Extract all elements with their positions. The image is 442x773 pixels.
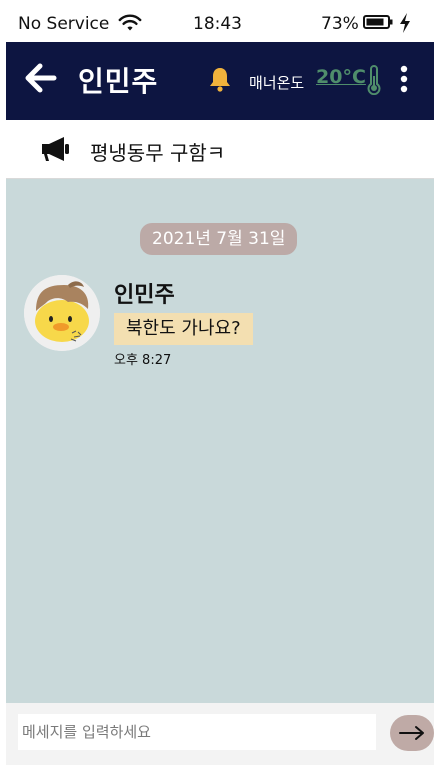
status-bar: No Service 18:43 73% — [6, 4, 434, 42]
message-input[interactable] — [18, 714, 376, 750]
chat-partner-name: 인민주 — [78, 65, 159, 98]
send-arrow-icon — [399, 726, 424, 740]
bell-icon[interactable] — [208, 66, 232, 92]
manner-temp-label: 매너온도 — [249, 74, 305, 92]
message-composer — [6, 703, 434, 765]
chat-header: 인민주 매너온도 20°C — [6, 42, 434, 120]
back-arrow-icon[interactable] — [22, 60, 58, 96]
chat-screen: No Service 18:43 73% 인민주 매너온도 20°C 평냉동무 … — [6, 4, 434, 765]
message-list[interactable]: 2021년 7월 31일 인민주 북한도 가나요? 오후 8:27 — [6, 179, 434, 703]
clock: 18:43 — [193, 14, 242, 34]
manner-temp-value[interactable]: 20°C — [316, 66, 366, 88]
message-sender-name: 인민주 — [114, 283, 175, 308]
date-separator: 2021년 7월 31일 — [140, 223, 298, 255]
notice-bar[interactable]: 평냉동무 구함ㅋ — [6, 120, 434, 179]
message-timestamp: 오후 8:27 — [114, 353, 172, 368]
wifi-icon — [118, 14, 142, 31]
send-button[interactable] — [390, 715, 434, 751]
message-bubble[interactable]: 북한도 가나요? — [114, 313, 253, 345]
battery-icon — [363, 15, 393, 29]
charging-bolt-icon — [400, 13, 410, 33]
carrier-label: No Service — [18, 14, 110, 34]
notice-text: 평냉동무 구함ㅋ — [90, 141, 226, 165]
megaphone-icon — [42, 137, 69, 161]
more-vertical-icon[interactable] — [397, 64, 411, 94]
battery-percent: 73% — [321, 14, 359, 34]
avatar-character-image — [24, 275, 100, 351]
avatar[interactable] — [24, 275, 100, 351]
thermometer-icon — [367, 65, 381, 95]
